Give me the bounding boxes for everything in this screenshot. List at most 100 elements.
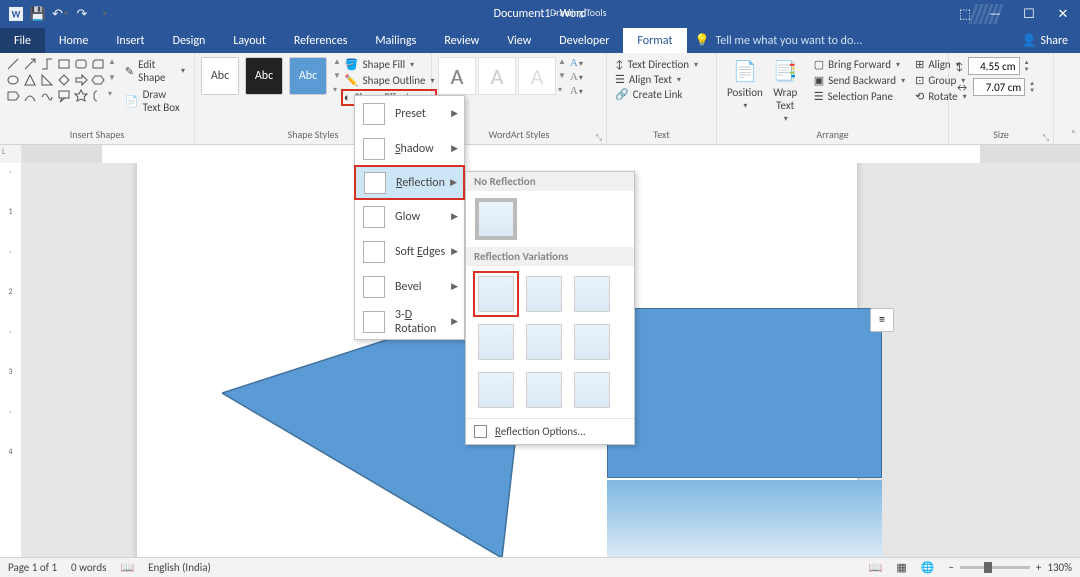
tab-references[interactable]: References	[280, 28, 362, 53]
draw-text-box-button[interactable]: 📄Draw Text Box	[122, 87, 188, 115]
shape-fill-button[interactable]: 🪣Shape Fill▾	[343, 57, 437, 72]
effect-bevel[interactable]: Bevel▶	[355, 269, 464, 304]
curve-icon[interactable]	[23, 89, 37, 103]
maximize-icon[interactable]: ☐	[1012, 0, 1046, 28]
width-field[interactable]: ↔▲▼	[955, 78, 1047, 96]
height-input[interactable]	[968, 57, 1020, 75]
reflection-var-4[interactable]	[478, 324, 514, 360]
create-link-button[interactable]: 🔗Create Link	[613, 87, 710, 102]
elbow-icon[interactable]	[40, 57, 54, 71]
bring-forward-button[interactable]: ▢Bring Forward▾	[812, 57, 907, 72]
edit-shape-button[interactable]: ✎Edit Shape▾	[122, 57, 188, 85]
tab-layout[interactable]: Layout	[219, 28, 280, 53]
page-status[interactable]: Page 1 of 1	[8, 561, 57, 574]
arrow-icon[interactable]	[23, 57, 37, 71]
layout-options-icon[interactable]: ≡	[870, 308, 894, 332]
reflection-none[interactable]	[478, 201, 514, 237]
style-chip-1[interactable]: Abc	[201, 57, 239, 95]
wordart-3[interactable]: A	[518, 57, 556, 95]
qat-customize-icon[interactable]: ▾	[96, 6, 112, 22]
wordart-2[interactable]: A	[478, 57, 516, 95]
zoom-value[interactable]: 130%	[1047, 561, 1072, 574]
ribbon-options-icon[interactable]: ⬚	[952, 0, 978, 28]
read-mode-icon[interactable]: 📖	[869, 561, 883, 574]
share-button[interactable]: 👤 Share	[1009, 28, 1080, 53]
wordart-gallery[interactable]: A A A ▲▼▾	[438, 57, 566, 97]
wrap-text-button[interactable]: 📑Wrap Text▾	[769, 57, 802, 126]
star-icon[interactable]	[74, 89, 88, 103]
wordart-1[interactable]: A	[438, 57, 476, 95]
reflection-var-3[interactable]	[574, 276, 610, 312]
effect-shadow[interactable]: Shadow▶	[355, 131, 464, 166]
effect-preset[interactable]: Preset▶	[355, 96, 464, 131]
spell-check-icon[interactable]: 📖	[120, 561, 134, 574]
arrow2-icon[interactable]	[74, 73, 88, 87]
send-backward-button[interactable]: ▣Send Backward▾	[812, 73, 907, 88]
text-outline-icon[interactable]: A▾	[570, 71, 583, 83]
height-field[interactable]: ↕▲▼	[955, 57, 1047, 75]
effect-soft-edges[interactable]: Soft Edges▶	[355, 234, 464, 269]
shape-outline-button[interactable]: ✏️Shape Outline▾	[343, 73, 437, 88]
position-button[interactable]: 📄Position▾	[723, 57, 767, 126]
tab-review[interactable]: Review	[430, 28, 493, 53]
tab-design[interactable]: Design	[159, 28, 220, 53]
effect-glow[interactable]: Glow▶	[355, 199, 464, 234]
dialog-launcher-icon[interactable]: ⤡	[1043, 133, 1049, 143]
vertical-ruler[interactable]: ·1·2·3·4	[0, 163, 22, 557]
brace-icon[interactable]	[91, 89, 105, 103]
text-fill-icon[interactable]: A▾	[570, 57, 583, 69]
tell-me-box[interactable]: 💡 Tell me what you want to do...	[687, 28, 1010, 53]
dialog-launcher-icon[interactable]: ⤡	[596, 133, 602, 143]
callout-icon[interactable]	[57, 89, 71, 103]
minimize-icon[interactable]: —	[978, 0, 1012, 28]
reflection-var-1[interactable]	[478, 276, 514, 312]
zoom-in-icon[interactable]: +	[1036, 561, 1041, 574]
oval-icon[interactable]	[6, 73, 20, 87]
tab-file[interactable]: File	[0, 28, 45, 53]
free-icon[interactable]	[40, 89, 54, 103]
reflection-var-8[interactable]	[526, 372, 562, 408]
zoom-slider[interactable]	[960, 566, 1030, 569]
rtri-icon[interactable]	[40, 73, 54, 87]
tab-mailings[interactable]: Mailings	[361, 28, 430, 53]
tab-format[interactable]: Format	[623, 28, 686, 53]
print-layout-icon[interactable]: ▦	[896, 561, 906, 574]
shapes-gallery[interactable]	[6, 57, 105, 115]
rectangle-shape[interactable]	[607, 308, 882, 478]
tab-home[interactable]: Home	[45, 28, 102, 53]
shape-styles-gallery[interactable]: Abc Abc Abc ▲▼▾	[201, 57, 341, 95]
rrect-icon[interactable]	[74, 57, 88, 71]
diamond-icon[interactable]	[57, 73, 71, 87]
reflection-var-7[interactable]	[478, 372, 514, 408]
zoom-control[interactable]: − + 130%	[948, 561, 1072, 574]
text-direction-button[interactable]: ↕Text Direction▾	[613, 57, 710, 72]
rect-icon[interactable]	[57, 57, 71, 71]
align-text-button[interactable]: ☰Align Text▾	[613, 72, 710, 87]
web-layout-icon[interactable]: 🌐	[921, 561, 935, 574]
reflection-var-6[interactable]	[574, 324, 610, 360]
tab-insert[interactable]: Insert	[102, 28, 158, 53]
save-icon[interactable]: 💾	[30, 6, 46, 22]
snip-icon[interactable]	[91, 57, 105, 71]
reflection-var-2[interactable]	[526, 276, 562, 312]
horizontal-ruler[interactable]: L	[0, 145, 1080, 163]
reflection-var-9[interactable]	[574, 372, 610, 408]
tab-developer[interactable]: Developer	[545, 28, 623, 53]
reflection-options[interactable]: Reflection Options...	[466, 418, 634, 444]
reflection-var-5[interactable]	[526, 324, 562, 360]
effect-reflection[interactable]: Reflection▶	[354, 165, 465, 200]
tab-view[interactable]: View	[493, 28, 545, 53]
selection-pane-button[interactable]: ☰Selection Pane	[812, 89, 907, 104]
width-input[interactable]	[973, 78, 1025, 96]
line-icon[interactable]	[6, 57, 20, 71]
collapse-ribbon-icon[interactable]: ˄	[1071, 127, 1076, 140]
zoom-out-icon[interactable]: −	[948, 561, 953, 574]
text-effects-icon[interactable]: A▾	[570, 85, 583, 97]
effect-3d-rotation[interactable]: 3-D Rotation▶	[355, 304, 464, 339]
style-chip-3[interactable]: Abc	[289, 57, 327, 95]
pent-icon[interactable]	[6, 89, 20, 103]
undo-icon[interactable]: ↶▾	[52, 6, 68, 22]
word-count[interactable]: 0 words	[71, 561, 106, 574]
triangle-icon[interactable]	[23, 73, 37, 87]
style-chip-2[interactable]: Abc	[245, 57, 283, 95]
